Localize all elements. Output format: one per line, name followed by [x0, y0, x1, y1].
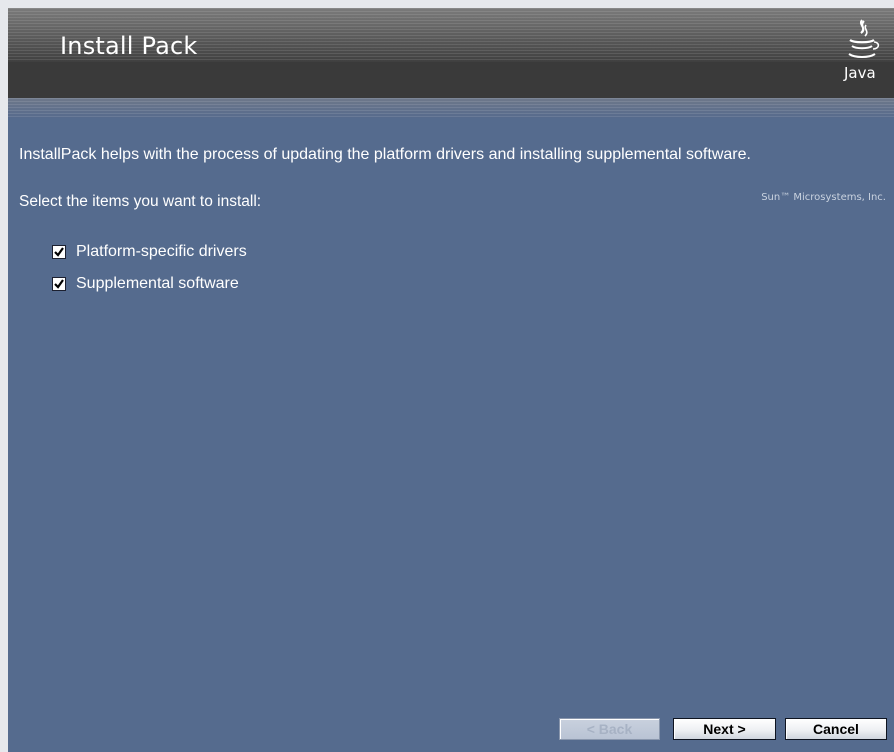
header-banner-dark — [8, 62, 894, 98]
supplemental-software-checkbox[interactable] — [52, 277, 66, 291]
option-supplemental-software[interactable]: Supplemental software — [52, 273, 239, 295]
install-pack-window: Install Pack Java Sun™ Microsystems, Inc… — [8, 8, 894, 752]
platform-drivers-checkbox[interactable] — [52, 245, 66, 259]
platform-drivers-label: Platform-specific drivers — [76, 243, 247, 260]
checkmark-icon — [54, 247, 64, 257]
next-button[interactable]: Next > — [673, 718, 776, 740]
checkmark-icon — [54, 279, 64, 289]
header-strip: Sun™ Microsystems, Inc. — [8, 98, 894, 203]
intro-text: InstallPack helps with the process of up… — [19, 146, 751, 163]
vendor-label: Sun™ Microsystems, Inc. — [761, 192, 886, 203]
header-banner: Install Pack Java — [8, 8, 894, 98]
supplemental-software-label: Supplemental software — [76, 275, 239, 292]
java-logo: Java — [840, 16, 884, 90]
window-title: Install Pack — [60, 32, 198, 60]
selection-prompt: Select the items you want to install: — [19, 193, 262, 210]
back-button[interactable]: < Back — [559, 718, 660, 740]
cancel-button[interactable]: Cancel — [785, 718, 887, 740]
java-cup-icon — [848, 19, 880, 58]
java-wordmark: Java — [844, 64, 876, 82]
option-platform-drivers[interactable]: Platform-specific drivers — [52, 241, 247, 263]
